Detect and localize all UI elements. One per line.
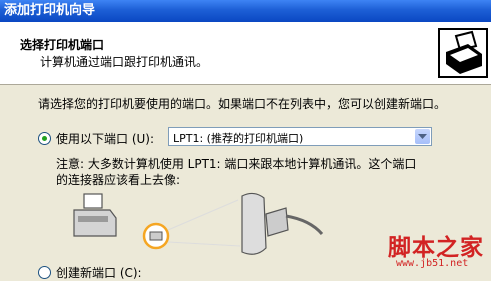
port-select-value: LPT1: (推荐的打印机端口) [173,132,304,145]
window-title: 添加打印机向导 [4,3,96,18]
create-port-radio[interactable] [38,266,51,279]
site-watermark: 脚本之家 www.jb51.net [388,228,491,276]
parallel-port-icon [149,231,163,241]
watermark-title: 脚本之家 [388,235,484,261]
printer-illustration-icon [73,193,117,237]
port-select[interactable]: LPT1: (推荐的打印机端口) [168,127,432,146]
use-port-radio[interactable] [38,132,51,145]
port-connector-illustration [73,192,324,255]
wizard-header: 选择打印机端口 计算机通过端口跟打印机通讯。 [0,22,491,85]
parallel-connector-icon [241,192,324,255]
watermark-url: www.jb51.net [396,258,469,269]
printer-icon [438,28,488,78]
note-text: 注意: 大多数计算机使用 LPT1: 端口来跟本地计算机通讯。这个端口 的连接器… [56,156,416,188]
note-line-1: 注意: 大多数计算机使用 LPT1: 端口来跟本地计算机通讯。这个端口 [56,157,417,171]
page-subtitle: 计算机通过端口跟打印机通讯。 [40,55,209,69]
page-title: 选择打印机端口 [20,38,105,52]
use-port-label[interactable]: 使用以下端口 (U): [56,130,154,147]
chevron-down-icon[interactable] [415,129,430,144]
window-titlebar: 添加打印机向导 [0,0,491,22]
instruction-text: 请选择您的打印机要使用的端口。如果端口不在列表中，您可以创建新端口。 [38,97,447,111]
create-port-label[interactable]: 创建新端口 (C): [56,264,142,281]
